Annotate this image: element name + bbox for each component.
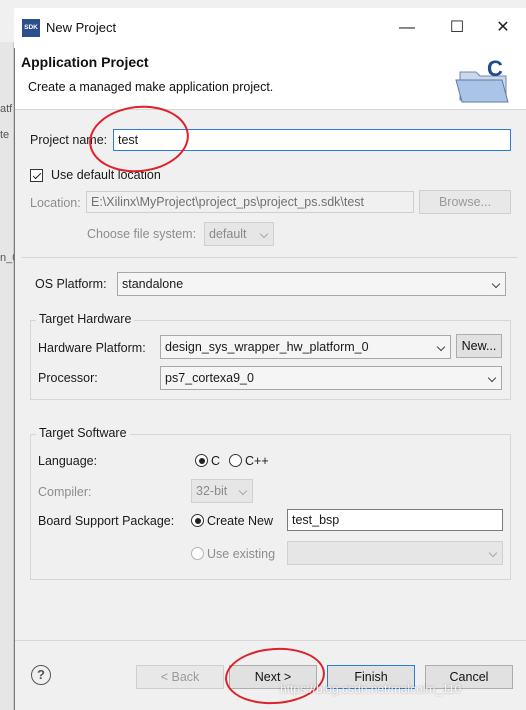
- target-software-title: Target Software: [36, 426, 130, 440]
- language-c-label: C: [211, 454, 221, 468]
- maximize-button[interactable]: ☐: [442, 14, 472, 42]
- button-bar-separator: [15, 640, 526, 641]
- processor-select[interactable]: ps7_cortexa9_0: [160, 366, 502, 390]
- create-new-bsp-radio[interactable]: [191, 514, 204, 527]
- separator: [22, 257, 518, 258]
- chevron-down-icon: [259, 229, 269, 239]
- compiler-label: Compiler:: [38, 485, 92, 499]
- compiler-value: 32-bit: [196, 484, 228, 498]
- chevron-down-icon: [488, 548, 498, 558]
- language-c-radio[interactable]: [195, 454, 208, 467]
- bsp-label: Board Support Package:: [38, 514, 175, 528]
- radio-selected-icon: [194, 517, 201, 524]
- hardware-platform-label: Hardware Platform:: [38, 341, 146, 355]
- chevron-down-icon: [436, 342, 446, 352]
- file-system-select[interactable]: default: [204, 222, 274, 246]
- compiler-select[interactable]: 32-bit: [191, 479, 253, 503]
- create-new-label: Create New: [207, 514, 273, 528]
- background-text: te: [0, 129, 10, 141]
- os-platform-label: OS Platform:: [35, 277, 107, 291]
- location-input[interactable]: E:\Xilinx\MyProject\project_ps\project_p…: [86, 191, 414, 213]
- watermark-text: https://blog.csdn.net/malcolm_110: [280, 682, 462, 696]
- window-title: New Project: [46, 20, 117, 35]
- background-text: atf: [0, 103, 13, 115]
- file-system-value: default: [209, 227, 247, 241]
- chevron-down-icon: [238, 486, 248, 496]
- help-icon[interactable]: ?: [31, 665, 51, 685]
- radio-selected-icon: [198, 457, 205, 464]
- use-default-location-checkbox[interactable]: [30, 169, 43, 182]
- language-label: Language:: [38, 454, 98, 468]
- bsp-name-input[interactable]: test_bsp: [287, 509, 503, 531]
- os-platform-select[interactable]: standalone: [117, 272, 506, 296]
- svg-text:C: C: [487, 58, 503, 81]
- back-button[interactable]: < Back: [136, 665, 224, 689]
- minimize-button[interactable]: —: [392, 14, 422, 42]
- processor-value: ps7_cortexa9_0: [165, 371, 254, 385]
- language-cpp-label: C++: [245, 454, 269, 468]
- target-hardware-title: Target Hardware: [36, 312, 135, 326]
- location-label: Location:: [30, 196, 81, 210]
- page-description: Create a managed make application projec…: [28, 80, 274, 94]
- page-title: Application Project: [21, 54, 149, 70]
- background-window-strip: [0, 42, 14, 710]
- check-mark-icon: [32, 170, 41, 179]
- browse-button[interactable]: Browse...: [419, 190, 511, 214]
- hardware-platform-select[interactable]: design_sys_wrapper_hw_platform_0: [160, 335, 451, 359]
- close-button[interactable]: ✕: [488, 14, 518, 42]
- sdk-app-icon: SDK: [22, 19, 40, 37]
- hardware-platform-value: design_sys_wrapper_hw_platform_0: [165, 340, 369, 354]
- processor-label: Processor:: [38, 371, 98, 385]
- chevron-down-icon: [487, 373, 497, 383]
- file-system-label: Choose file system:: [87, 227, 197, 241]
- use-existing-bsp-radio[interactable]: [191, 547, 204, 560]
- os-platform-value: standalone: [122, 277, 184, 291]
- folder-c-icon: C: [455, 58, 509, 103]
- existing-bsp-select[interactable]: [287, 541, 503, 565]
- use-existing-label: Use existing: [207, 547, 276, 561]
- new-hardware-platform-button[interactable]: New...: [456, 334, 502, 358]
- language-cpp-radio[interactable]: [229, 454, 242, 467]
- chevron-down-icon: [491, 279, 501, 289]
